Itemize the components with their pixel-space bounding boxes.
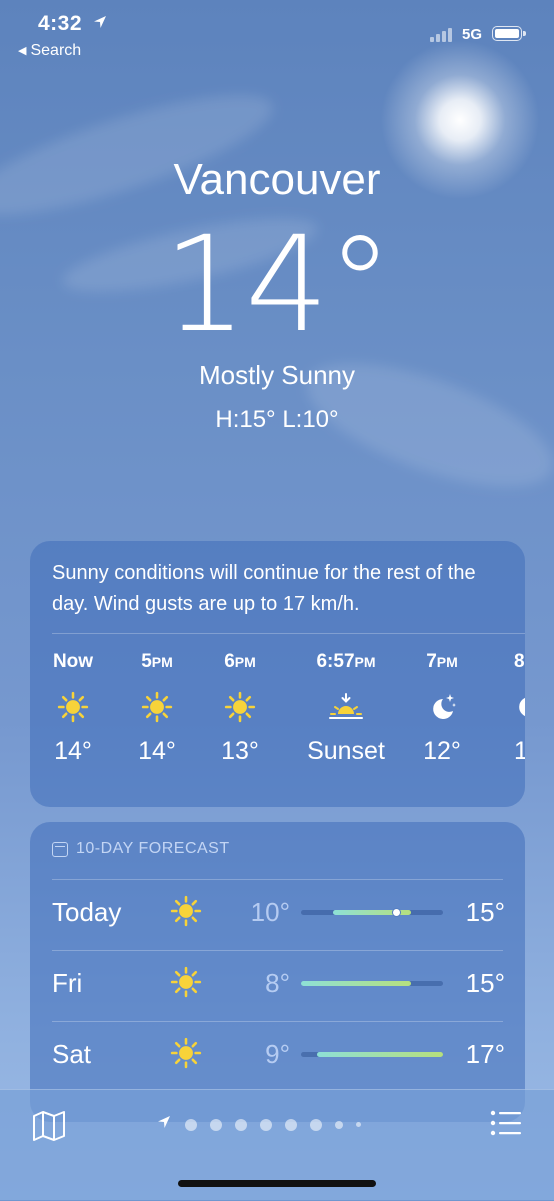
sun-icon: [170, 895, 202, 932]
hour-column: 5PM 14°: [128, 651, 186, 766]
hour-time-value: 5: [141, 651, 152, 672]
hour-temp: 14°: [54, 737, 92, 765]
hour-time: 6:57PM: [294, 651, 398, 677]
hour-temp: 12°: [423, 737, 461, 765]
hour-temp: 1: [514, 737, 525, 765]
moon-stars-icon: [413, 677, 471, 737]
hour-column: 7PM 12°: [413, 651, 471, 766]
moon-icon: [514, 677, 525, 737]
forecast-high: 15°: [465, 968, 505, 998]
forecast-day: Today: [52, 897, 122, 927]
hour-time: Now: [44, 651, 102, 677]
high-low: H:15° L:10°: [215, 406, 339, 433]
sun-icon: [170, 966, 202, 1003]
hour-time: 7PM: [413, 651, 471, 677]
temperature-range-bar: [301, 1052, 443, 1057]
forecast-header: 10-DAY FORECAST: [52, 840, 230, 858]
cellular-signal-icon: [430, 28, 452, 42]
forecast-summary: Sunny conditions will continue for the r…: [52, 562, 476, 615]
sunset-icon: [294, 677, 398, 737]
forecast-day: Fri: [52, 968, 83, 998]
forecast-row[interactable]: Fri 8° 15°: [30, 950, 525, 1020]
hour-temp: 13°: [221, 737, 259, 765]
page-dot[interactable]: [310, 1118, 322, 1131]
hourly-scroller[interactable]: Now 14° 5PM 14° 6PM 13° 6:57PM Sunset 7PM 12° 8 1: [30, 651, 525, 791]
forecast-low: 10°: [250, 897, 290, 927]
forecast-header-label: 10-DAY FORECAST: [76, 840, 230, 857]
condition-label: Mostly Sunny: [198, 360, 356, 390]
hour-time-value: 7: [426, 651, 437, 672]
map-icon[interactable]: [32, 1110, 66, 1147]
sun-icon: [170, 1037, 202, 1074]
hour-ampm: PM: [151, 654, 173, 670]
ten-day-forecast-card[interactable]: 10-DAY FORECAST Today 10° 15° Fri 8° 15° Sat 9°…: [30, 822, 525, 1122]
temperature-range-bar: [301, 908, 443, 917]
forecast-row[interactable]: Sat 9° 17°: [30, 1021, 525, 1091]
hour-ampm: PM: [436, 654, 458, 670]
hour-time-value: Now: [52, 651, 94, 672]
temperature-range-bar: [301, 981, 443, 986]
current-temp-dot: [391, 908, 401, 917]
location-arrow-icon: [92, 14, 108, 35]
forecast-low: 9°: [265, 1039, 290, 1069]
location-arrow-icon: [156, 1114, 172, 1135]
page-dot[interactable]: [285, 1118, 297, 1131]
hour-ampm: PM: [234, 654, 256, 670]
home-indicator[interactable]: [178, 1180, 376, 1187]
hour-temp: 14°: [138, 737, 176, 765]
hour-time-value: 8: [514, 651, 525, 672]
page-dot[interactable]: [210, 1118, 222, 1131]
status-time: 4:32: [38, 12, 83, 35]
hour-column: Now 14°: [44, 651, 102, 766]
temperature-range-fill: [301, 981, 412, 986]
temperature-range-fill: [316, 1052, 443, 1057]
page-dot[interactable]: [185, 1118, 197, 1131]
hour-time: 5PM: [128, 651, 186, 677]
forecast-high: 15°: [465, 897, 505, 927]
hour-time-value: 6:57: [316, 651, 355, 672]
hour-time: 8: [514, 651, 525, 677]
battery-icon: [492, 26, 526, 41]
network-type: 5G: [462, 26, 483, 43]
page-indicator[interactable]: [156, 1114, 361, 1135]
sun-icon: [128, 677, 186, 737]
hour-ampm: PM: [354, 654, 376, 670]
forecast-low: 8°: [265, 968, 290, 998]
divider: [52, 633, 525, 634]
sun-icon: [44, 677, 102, 737]
back-arrow-icon: ◀: [18, 45, 27, 57]
page-dot[interactable]: [356, 1122, 361, 1127]
calendar-icon: [52, 841, 68, 857]
forecast-day: Sat: [52, 1039, 92, 1069]
hour-temp: Sunset: [307, 737, 385, 765]
page-dot[interactable]: [235, 1118, 247, 1131]
list-icon[interactable]: [490, 1110, 522, 1141]
hour-column: 81: [514, 651, 525, 766]
forecast-row[interactable]: Today 10° 15°: [30, 879, 525, 949]
sun-icon: [211, 677, 269, 737]
hour-column: 6PM 13°: [211, 651, 269, 766]
forecast-high: 17°: [465, 1039, 505, 1069]
back-label: Search: [30, 42, 82, 59]
current-temperature: 14°: [163, 208, 393, 362]
city-name: Vancouver: [173, 155, 381, 204]
hour-time-value: 6: [224, 651, 235, 672]
hourly-forecast-card[interactable]: Sunny conditions will continue for the r…: [30, 541, 525, 807]
back-to-search[interactable]: ◀ Search: [18, 42, 81, 60]
hour-column: 6:57PM Sunset: [294, 651, 398, 766]
page-dot[interactable]: [335, 1120, 343, 1129]
page-dot[interactable]: [260, 1118, 272, 1131]
hour-time: 6PM: [211, 651, 269, 677]
